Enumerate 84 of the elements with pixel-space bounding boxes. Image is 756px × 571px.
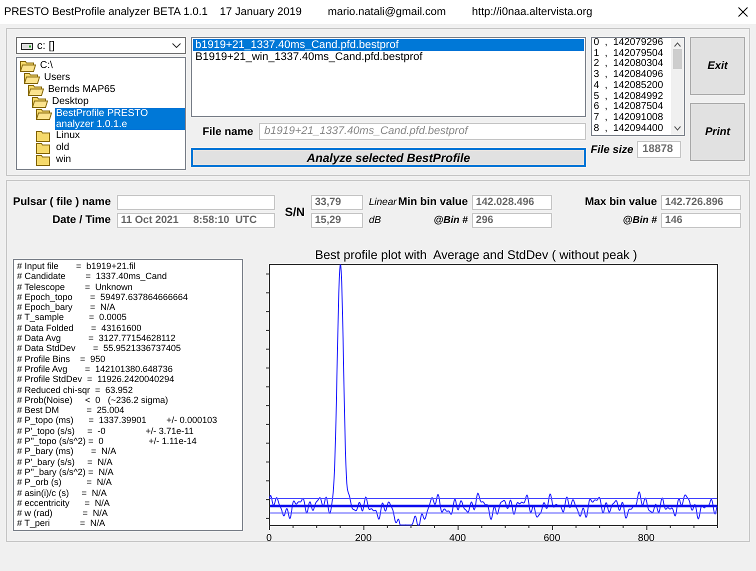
axis-tick-label: 200	[354, 533, 372, 542]
header-line: # w (rad) = N/A	[17, 508, 109, 518]
release-date: 17 January 2019	[220, 6, 302, 18]
min-bin-value-label: Min bin value	[398, 195, 468, 210]
axis-tick-label: 0	[266, 533, 272, 542]
bin-number-label: @Bin #	[622, 214, 657, 228]
folder-item[interactable]: BestProfile PRESTO analyzer 1.0.1.e	[55, 108, 186, 130]
file-size-label: File size	[590, 144, 634, 156]
folder-item[interactable]: Desktop	[51, 96, 90, 107]
axis-tick-label: 600	[544, 533, 560, 542]
header-line: # Candidate = 1337.40ms_Cand	[17, 271, 168, 282]
bin-list-item[interactable]: 8 , 142094400	[594, 124, 670, 134]
header-line: # P''_bary (s/s^2) = N/A	[17, 466, 114, 478]
header-line: # T_sample = 0.0005	[17, 312, 128, 323]
min-bin-number-field: 296	[472, 213, 552, 228]
folder-item[interactable]: old	[55, 142, 70, 153]
max-bin-value-label: Max bin value	[584, 195, 657, 210]
bin-list-item[interactable]: 5 , 142084992	[594, 92, 670, 102]
date-time-label: Date / Time	[52, 213, 111, 228]
header-line: # Best DM = 25.004	[17, 405, 126, 416]
bin-list-item[interactable]: 6 , 142087504	[594, 102, 670, 113]
header-line: # Epoch_bary = N/A	[17, 302, 116, 312]
sn-linear-field: 33,79	[310, 195, 363, 210]
axis-tick-label: 400	[449, 533, 466, 542]
bin-list-item[interactable]: 7 , 142091008	[594, 112, 670, 124]
bin-list-item[interactable]: 0 , 142079296	[594, 38, 670, 49]
axis-tick-label: 800	[638, 533, 655, 542]
bin-number-label: @Bin #	[434, 214, 468, 228]
file-size-field: 18878	[637, 141, 682, 158]
linear-unit: Linear	[368, 196, 398, 210]
header-line: # P'_topo (s/s) = -0 +/- 3.71e-11	[17, 426, 195, 436]
file-list-item[interactable]: B1919+21_win_1337.40ms_Cand.pfd.bestprof	[193, 51, 584, 63]
pulsar-name-field[interactable]	[116, 195, 275, 210]
folder-item[interactable]: Users	[43, 72, 72, 83]
caret-icon	[172, 43, 182, 48]
analyze-button[interactable]: Analyze selected BestProfile	[191, 148, 586, 167]
author-email: mario.natali@gmail.com	[328, 6, 446, 18]
chart-title: Best profile plot with Average and StdDev ( without peak )	[315, 248, 638, 262]
drive-icon	[21, 42, 33, 50]
header-line: # Epoch_topo = 59497.637864666664	[17, 292, 189, 302]
header-line: # Profile Avg = 142101380.648736	[17, 364, 174, 374]
header-line: # P''_topo (s/s^2) = 0 +/- 1.11e-14	[17, 436, 198, 446]
sn-label: S/N	[284, 204, 305, 218]
header-line: # Reduced chi-sqr = 63.952	[17, 384, 134, 395]
bin-list-item[interactable]: 4 , 142085200	[594, 80, 670, 92]
window-title: PRESTO BestProfile analyzer BETA 1.0.1	[4, 6, 208, 18]
close-icon[interactable]	[738, 7, 748, 17]
folder-item[interactable]: C:\	[39, 60, 54, 71]
bin-list-item[interactable]: 3 , 142084096	[594, 70, 670, 81]
action-button[interactable]: Exit	[690, 37, 745, 95]
db-unit: dB	[368, 214, 382, 228]
header-line: # P'_bary (s/s) = N/A	[17, 456, 114, 467]
header-line: # Input file = b1919+21.fil	[17, 261, 137, 272]
bin-list-item[interactable]: 1 , 142079504	[594, 48, 670, 60]
file-list-item[interactable]: b1919+21_1337.40ms_Cand.pfd.bestprof	[193, 39, 584, 51]
header-line: # Profile StdDev = 11926.2420040294	[17, 374, 176, 385]
action-button[interactable]: Print	[690, 103, 745, 161]
header-line: # Telescope = Unknown	[17, 282, 134, 292]
header-line: # eccentricity = N/A	[17, 498, 111, 508]
website-url: http://i0naa.altervista.org	[472, 6, 592, 18]
header-line: # T_peri = N/A	[17, 518, 106, 529]
folder-item[interactable]: win	[55, 154, 72, 165]
header-line: # Data Folded = 43161600	[17, 322, 142, 334]
pulsar-name-label: Pulsar ( file ) name	[13, 195, 111, 210]
min-bin-value-field: 142.028.496	[472, 195, 552, 210]
header-line: # P_topo (ms) = 1337.39901 +/- 0.000103	[17, 415, 218, 426]
header-line: # Data Avg = 3127.77154628112	[17, 333, 177, 344]
header-line: # Profile Bins = 950	[17, 354, 106, 364]
header-line: # Data StdDev = 55.9521336737405	[17, 343, 182, 354]
scrollbar[interactable]	[671, 38, 684, 135]
header-line: # asin(i)/c (s) = N/A	[17, 488, 108, 498]
bin-list-item[interactable]: 2 , 142080304	[594, 59, 670, 70]
max-bin-value-field: 142.726.896	[661, 195, 741, 210]
date-time-field: 11 Oct 2021 8:58:10 UTC	[116, 213, 275, 228]
scrollbar-thumb[interactable]	[673, 49, 682, 69]
sn-db-field: 15,29	[310, 213, 363, 228]
max-bin-number-field: 146	[661, 213, 741, 228]
header-line: # P_orb (s) = N/A	[17, 477, 113, 488]
folder-item[interactable]: Bernds MAP65	[47, 84, 116, 95]
drive-dropdown[interactable]: c: []	[16, 37, 186, 54]
file-name-label: File name	[202, 126, 254, 138]
folder-item[interactable]: Linux	[55, 130, 81, 141]
header-line: # P_bary (ms) = N/A	[17, 446, 118, 457]
header-line: # Prob(Noise) < 0 (~236.2 sigma)	[17, 394, 170, 406]
